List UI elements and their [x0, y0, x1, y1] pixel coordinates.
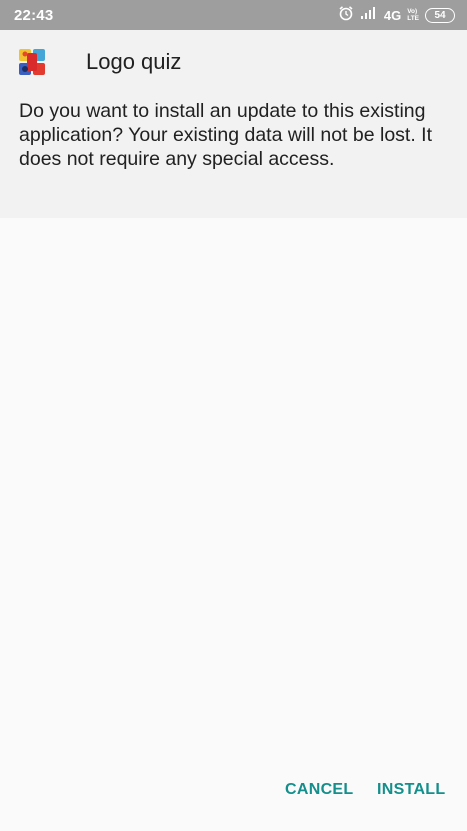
status-bar: 22:43 4G Vo) LTE 54 — [0, 0, 467, 30]
app-logo-icon — [18, 48, 46, 76]
signal-icon — [360, 6, 378, 25]
install-dialog-header: Logo quiz Do you want to install an upda… — [0, 30, 467, 218]
app-title: Logo quiz — [86, 49, 182, 74]
install-button[interactable]: INSTALL — [377, 781, 445, 799]
cancel-button[interactable]: CANCEL — [285, 781, 353, 799]
status-time: 22:43 — [14, 6, 54, 24]
dialog-actions: CANCEL INSTALL — [0, 781, 467, 809]
battery-icon: 54 — [425, 7, 455, 23]
volte-indicator: Vo) LTE — [407, 8, 419, 22]
status-icons: 4G Vo) LTE 54 — [338, 5, 455, 26]
install-message: Do you want to install an update to this… — [19, 100, 433, 170]
battery-level: 54 — [434, 9, 446, 21]
alarm-icon — [338, 5, 354, 26]
network-type: 4G — [383, 7, 402, 23]
app-row: Logo quiz — [18, 48, 181, 76]
